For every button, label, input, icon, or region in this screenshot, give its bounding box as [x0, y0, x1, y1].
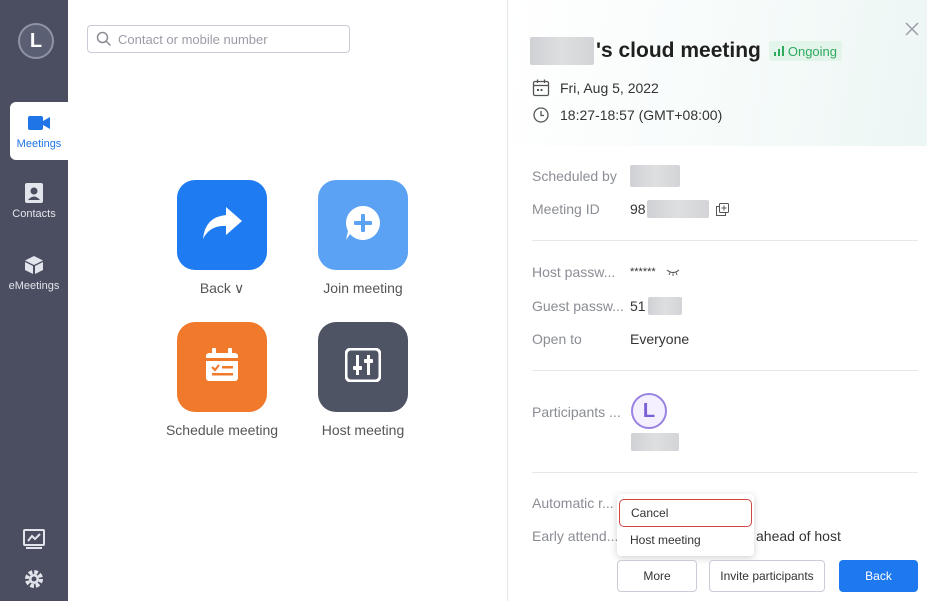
redacted-scheduler — [630, 165, 680, 187]
sidebar-item-contacts[interactable]: Contacts — [0, 172, 68, 230]
automatic-row: Automatic r... — [532, 493, 630, 513]
participants-label: Participants ... — [532, 404, 621, 420]
automatic-label: Automatic r... — [532, 495, 614, 511]
redacted-meeting-id — [646, 200, 709, 218]
calendar-icon — [204, 347, 240, 387]
close-icon[interactable] — [905, 22, 919, 36]
host-meeting-tile[interactable] — [318, 322, 408, 412]
search-icon — [96, 31, 112, 47]
join-meeting-label: Join meeting — [323, 280, 403, 296]
participant-avatar-letter: L — [642, 399, 656, 422]
back-label: Back ∨ — [142, 280, 302, 297]
copy-icon[interactable] — [715, 202, 729, 216]
open-to-value: Everyone — [630, 331, 690, 347]
meeting-id-row: Meeting ID 98 — [532, 199, 729, 219]
more-button[interactable]: More — [617, 560, 697, 592]
scheduled-by-label: Scheduled by — [532, 168, 617, 184]
meeting-id-value: 98 — [630, 201, 646, 217]
participants-row: Participants ... — [532, 402, 630, 422]
redacted-guest-password — [647, 297, 682, 315]
meeting-date-row: Fri, Aug 5, 2022 — [532, 78, 659, 98]
early-attend-value: ahead of host — [756, 528, 841, 544]
schedule-meeting-action[interactable]: Schedule meeting — [142, 322, 302, 438]
plus-bubble-icon — [344, 204, 382, 247]
early-attend-label: Early attend... — [532, 528, 619, 544]
signal-bars-icon — [773, 46, 784, 56]
join-meeting-tile[interactable] — [318, 180, 408, 270]
clock-icon — [532, 106, 550, 124]
sidebar-item-label: Meetings — [16, 138, 62, 150]
scheduled-by-row: Scheduled by — [532, 165, 680, 187]
divider — [532, 240, 918, 241]
user-avatar[interactable]: L — [18, 23, 54, 59]
contact-card-icon — [22, 182, 46, 204]
guest-password-label: Guest passw... — [532, 298, 624, 314]
host-meeting-action[interactable]: Host meeting — [283, 322, 443, 438]
meeting-date: Fri, Aug 5, 2022 — [560, 80, 659, 96]
whiteboard-icon[interactable] — [20, 526, 48, 554]
back-label-text: Back — [199, 280, 231, 296]
open-to-row: Open to Everyone — [532, 329, 689, 349]
calendar-small-icon — [532, 79, 550, 97]
host-password-row: Host passw... ****** — [532, 262, 680, 282]
eye-closed-icon[interactable] — [666, 268, 680, 276]
host-meeting-label: Host meeting — [321, 422, 405, 438]
status-badge: Ongoing — [768, 41, 843, 61]
menu-item-cancel[interactable]: Cancel — [619, 499, 752, 527]
meeting-id-label: Meeting ID — [532, 201, 600, 217]
cube-icon — [22, 254, 46, 276]
meeting-time-row: 18:27-18:57 (GMT+08:00) — [532, 105, 722, 125]
host-password-value: ****** — [630, 266, 656, 278]
redacted-name — [530, 37, 594, 65]
share-arrow-icon — [200, 205, 244, 246]
redacted-participant-name — [631, 433, 679, 451]
sidebar-item-emeetings[interactable]: eMeetings — [0, 244, 68, 302]
invite-participants-button[interactable]: Invite participants — [709, 560, 825, 592]
guest-password-value: 51 — [630, 298, 646, 314]
host-password-label: Host passw... — [532, 264, 616, 280]
sidebar-item-label: eMeetings — [8, 280, 60, 292]
avatar-letter: L — [29, 29, 43, 52]
sidebar-item-label: Contacts — [12, 208, 56, 220]
schedule-meeting-label: Schedule meeting — [165, 422, 279, 438]
search-input[interactable] — [118, 31, 338, 47]
divider — [532, 370, 918, 371]
schedule-meeting-tile[interactable] — [177, 322, 267, 412]
status-text: Ongoing — [787, 43, 838, 59]
back-button[interactable]: Back — [839, 560, 918, 592]
sliders-icon — [344, 347, 382, 387]
sidebar: L Meetings Contacts eMeetings — [0, 0, 68, 601]
meeting-title-text: 's cloud meeting — [596, 39, 761, 62]
meeting-time: 18:27-18:57 (GMT+08:00) — [560, 107, 723, 123]
guest-password-row: Guest passw... 51 — [532, 296, 682, 316]
chevron-down-icon: ∨ — [233, 280, 245, 296]
search-box[interactable] — [87, 25, 350, 53]
meeting-title: 's cloud meeting Ongoing — [530, 36, 843, 66]
video-camera-icon — [27, 112, 51, 134]
more-dropdown-menu: Cancel Host meeting — [617, 494, 754, 556]
back-action[interactable]: Back ∨ — [142, 180, 302, 297]
sidebar-item-meetings[interactable]: Meetings — [10, 102, 68, 160]
back-tile[interactable] — [177, 180, 267, 270]
join-meeting-action[interactable]: Join meeting — [283, 180, 443, 296]
menu-item-host-meeting[interactable]: Host meeting — [619, 526, 752, 554]
gear-icon[interactable] — [20, 565, 48, 593]
divider — [532, 472, 918, 473]
open-to-label: Open to — [532, 331, 582, 347]
participant-avatar[interactable]: L — [631, 393, 667, 429]
